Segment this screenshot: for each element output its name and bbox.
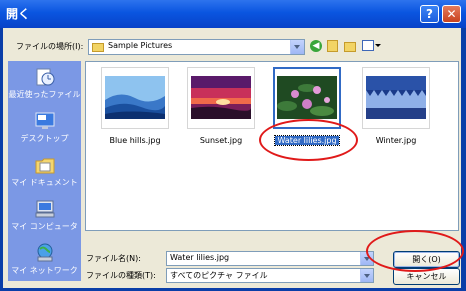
filetype-value: すべてのピクチャ ファイル	[170, 271, 268, 280]
help-button[interactable]: ?	[420, 5, 439, 23]
thumbnail-frame	[101, 67, 169, 129]
folder-icon	[92, 43, 104, 52]
thumbnail-frame	[362, 67, 430, 129]
window-title: 開く	[6, 7, 31, 21]
chevron-down-icon[interactable]	[360, 269, 373, 282]
new-folder-icon[interactable]	[344, 42, 356, 52]
desktop-icon	[35, 112, 55, 129]
file-item-water-lilies[interactable]: Water lilies.jpg	[273, 67, 345, 157]
file-item-blue-hills[interactable]: Blue hills.jpg	[101, 67, 173, 157]
thumbnail-frame-selected	[273, 67, 341, 129]
place-my-network[interactable]: マイ ネットワーク	[8, 241, 81, 287]
place-label: デスクトップ	[20, 134, 69, 143]
file-name-label: Winter.jpg	[375, 136, 417, 145]
up-folder-icon[interactable]	[327, 40, 338, 52]
lookin-value: Sample Pictures	[108, 41, 173, 50]
view-menu-arrow-icon[interactable]	[375, 44, 381, 47]
view-menu-icon[interactable]	[362, 40, 374, 51]
filetype-label: ファイルの種類(T):	[86, 271, 156, 280]
place-recent[interactable]: 最近使ったファイル	[8, 65, 81, 111]
filename-value: Water lilies.jpg	[170, 253, 230, 262]
sunset-thumbnail	[191, 76, 251, 119]
file-item-winter[interactable]: Winter.jpg	[362, 67, 434, 157]
title-bar[interactable]: 開く ? ✕	[0, 0, 466, 28]
cancel-button[interactable]: キャンセル	[393, 268, 460, 285]
places-bar: 最近使ったファイル デスクトップ マイ ドキュメント マイ コンピュータ マイ …	[8, 61, 81, 281]
file-name-label: Blue hills.jpg	[109, 136, 161, 145]
filetype-dropdown[interactable]: すべてのピクチャ ファイル	[166, 268, 374, 283]
place-label: マイ コンピュータ	[11, 222, 78, 231]
back-icon[interactable]: ◀	[310, 40, 322, 52]
place-label: マイ ネットワーク	[11, 266, 78, 275]
place-my-computer[interactable]: マイ コンピュータ	[8, 197, 81, 243]
navigation-toolbar: ◀	[310, 39, 381, 55]
recent-documents-icon	[36, 68, 55, 86]
open-button[interactable]: 開く(O)	[393, 251, 460, 268]
water-lilies-thumbnail	[277, 76, 337, 119]
file-list-view[interactable]: Blue hills.jpg Sunset.jpg Water lilies.j…	[85, 61, 459, 231]
my-computer-icon	[35, 200, 55, 218]
my-network-icon	[37, 243, 53, 262]
file-name-label: Sunset.jpg	[199, 136, 243, 145]
filename-input[interactable]: Water lilies.jpg	[166, 251, 374, 266]
dialog-body: ファイルの場所(I): Sample Pictures ◀ 最近使ったファイル	[3, 28, 461, 288]
my-documents-icon	[35, 158, 55, 174]
file-item-sunset[interactable]: Sunset.jpg	[187, 67, 259, 157]
blue-hills-thumbnail	[105, 76, 165, 119]
chevron-down-icon[interactable]	[360, 252, 373, 265]
close-button[interactable]: ✕	[442, 5, 461, 23]
lookin-label: ファイルの場所(I):	[16, 42, 84, 51]
winter-thumbnail	[366, 76, 426, 119]
file-name-label-selected: Water lilies.jpg	[274, 135, 340, 146]
place-my-documents[interactable]: マイ ドキュメント	[8, 153, 81, 199]
open-file-dialog: 開く ? ✕ ファイルの場所(I): Sample Pictures ◀ 最近使…	[0, 0, 466, 291]
thumbnail-frame	[187, 67, 255, 129]
lookin-dropdown[interactable]: Sample Pictures	[88, 39, 305, 55]
place-desktop[interactable]: デスクトップ	[8, 109, 81, 155]
filename-label: ファイル名(N):	[86, 254, 141, 263]
chevron-down-icon[interactable]	[290, 40, 304, 54]
place-label: 最近使ったファイル	[8, 90, 81, 99]
place-label: マイ ドキュメント	[11, 178, 78, 187]
